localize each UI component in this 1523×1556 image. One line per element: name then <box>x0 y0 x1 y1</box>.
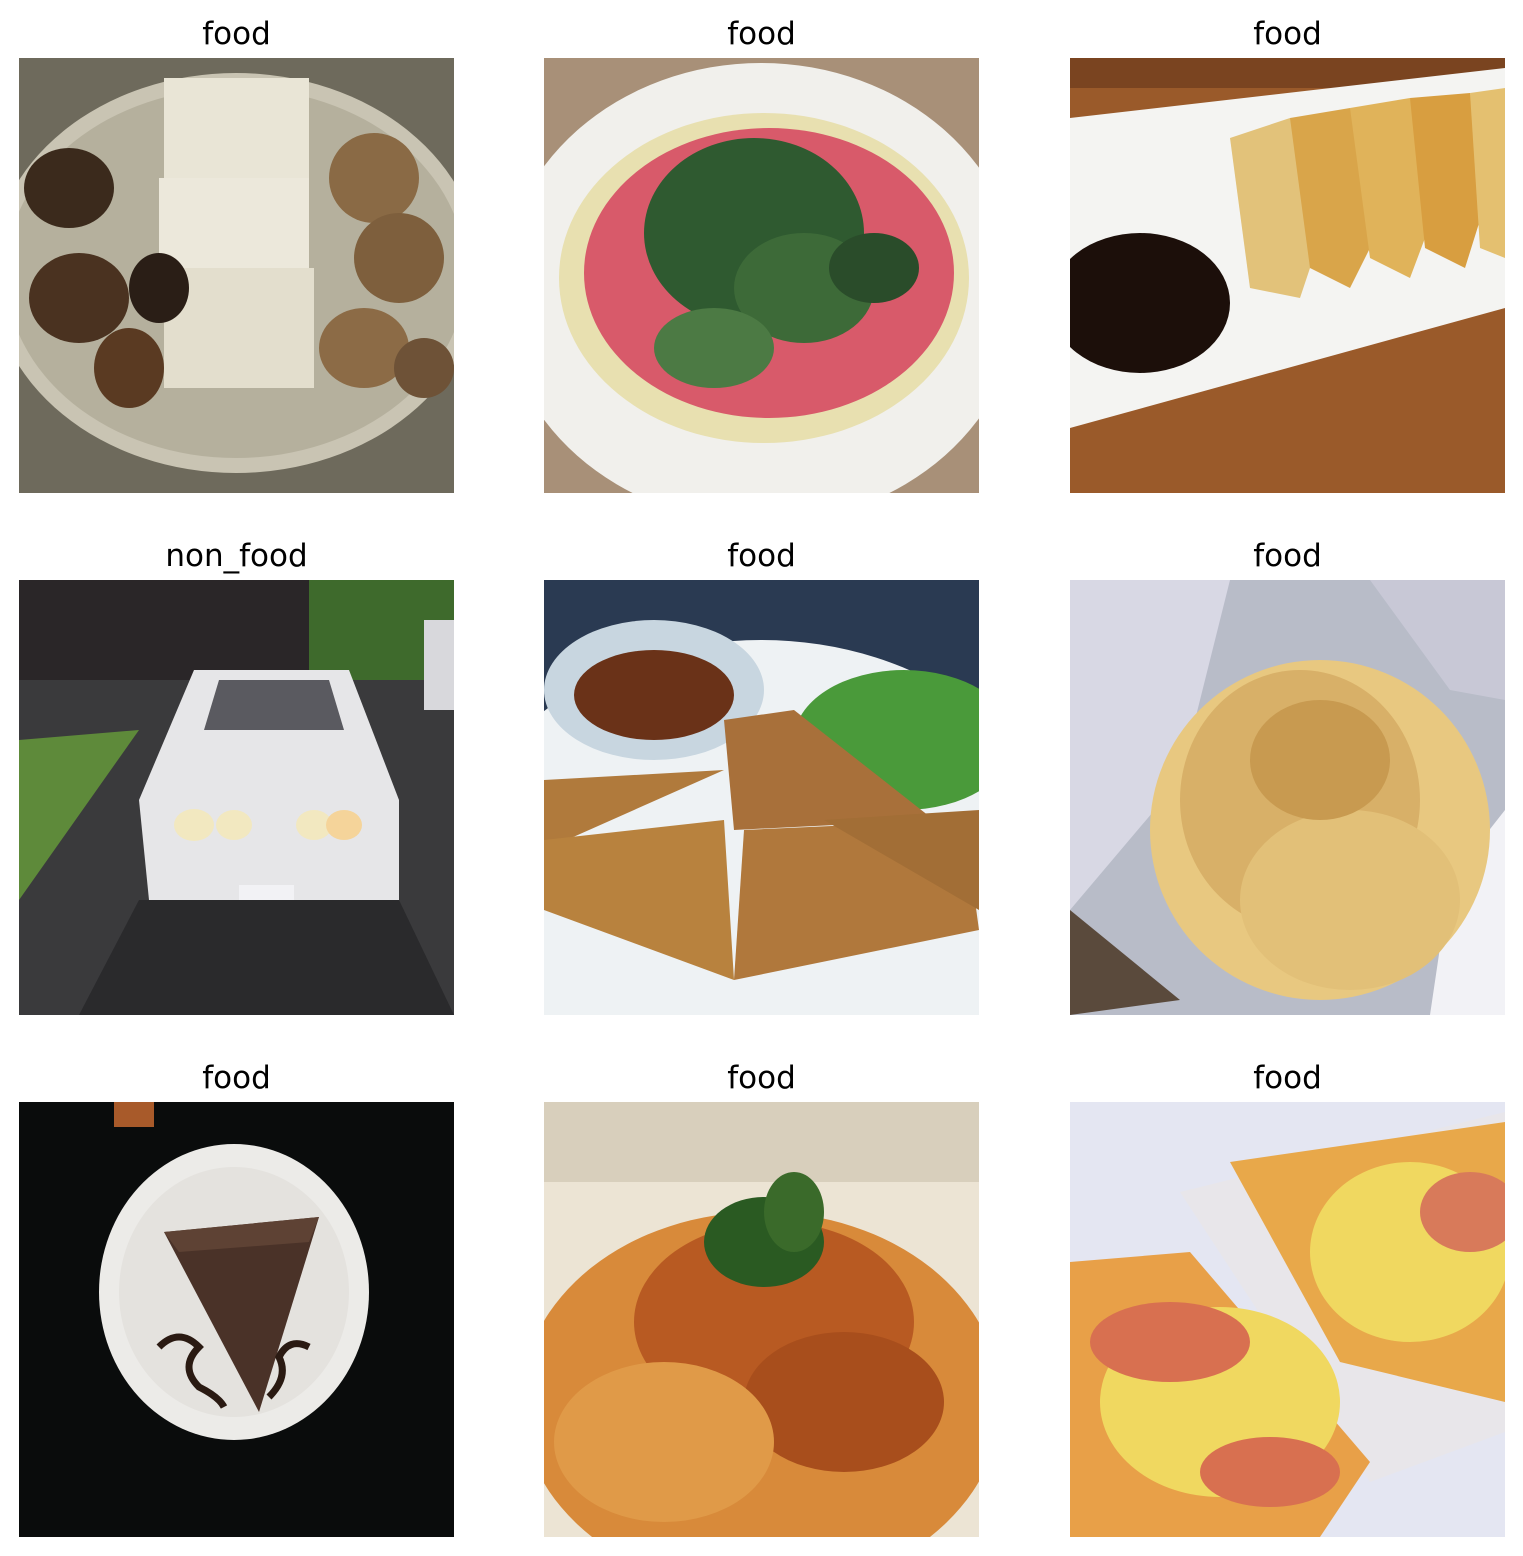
image-gyoza-soy-sauce <box>1070 58 1505 493</box>
image-white-sports-car <box>19 580 454 1015</box>
image-breakfast-burrito <box>1070 1102 1505 1537</box>
image-label: food <box>1253 538 1322 574</box>
image-label: non_food <box>165 538 308 574</box>
image-label: food <box>727 16 796 52</box>
image-label: food <box>1253 16 1322 52</box>
image-label: food <box>727 1060 796 1096</box>
image-cheese-walnuts-plate <box>19 58 454 493</box>
image-carpaccio-salad <box>544 58 979 493</box>
image-chocolate-cake-slice <box>19 1102 454 1537</box>
image-label: food <box>727 538 796 574</box>
image-spaghetti-bolognese <box>544 1102 979 1537</box>
image-label: food <box>202 16 271 52</box>
image-french-fries-basket <box>1070 580 1505 1015</box>
image-label: food <box>202 1060 271 1096</box>
image-samosas-dip <box>544 580 979 1015</box>
image-label: food <box>1253 1060 1322 1096</box>
